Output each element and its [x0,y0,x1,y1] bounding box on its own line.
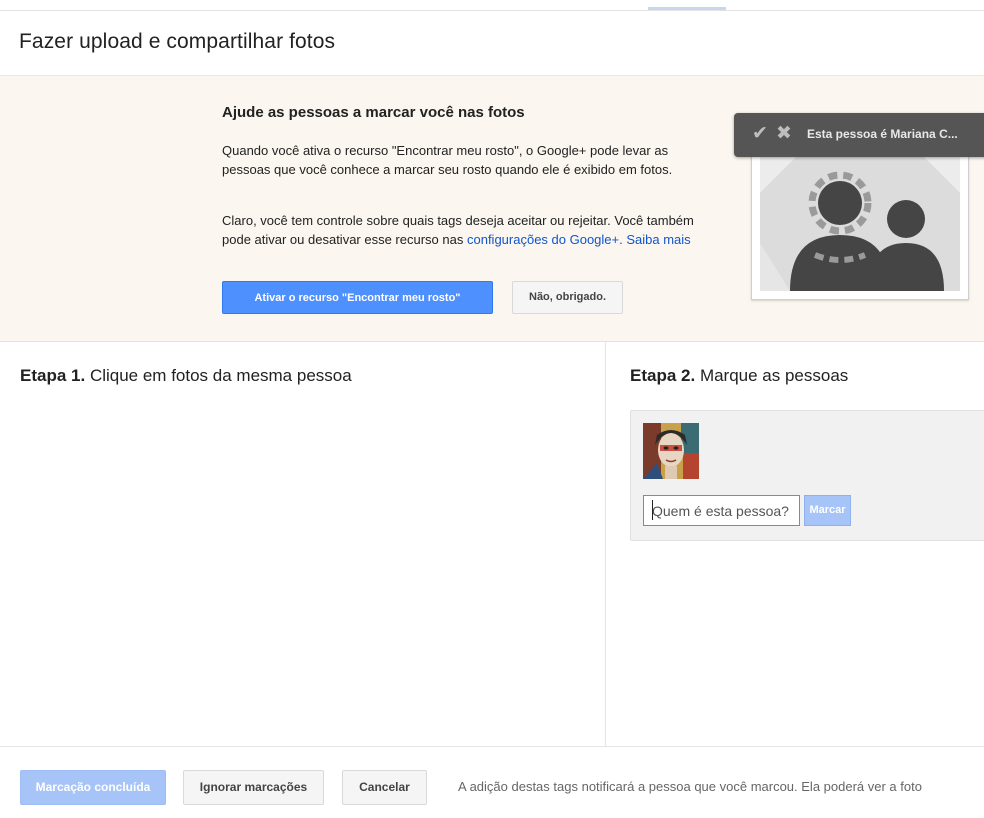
checkmark-icon: ✔ [752,123,768,144]
learn-more-link[interactable]: Saiba mais [626,232,690,247]
step-1-text: Clique em fotos da mesma pessoa [89,366,352,385]
step-1-panel: Etapa 1. Clique em fotos da mesma pessoa [0,341,606,746]
google-plus-settings-link[interactable]: configurações do Google+. [467,232,623,247]
mark-button[interactable]: Marcar [804,495,851,526]
promo-heading: Ajude as pessoas a marcar você nas fotos [222,104,525,121]
browser-top-strip [0,0,984,11]
who-is-this-input[interactable] [643,495,800,526]
cancel-button[interactable]: Cancelar [342,770,427,805]
step-1-number: Etapa 1. [20,366,86,385]
face-thumbnail[interactable] [643,423,699,479]
promo-description: Quando você ativa o recurso "Encontrar m… [222,143,673,177]
step-1-title: Etapa 1. Clique em fotos da mesma pessoa [20,366,352,386]
face-tag-card: Marcar [630,410,984,541]
step-2-panel: Etapa 2. Marque as pessoas Marcar [607,341,984,746]
step-2-text: Marque as pessoas [699,366,849,385]
step-2-number: Etapa 2. [630,366,696,385]
face-portrait-icon [643,423,699,479]
people-photo-icon [760,153,960,291]
no-thanks-button[interactable]: Não, obrigado. [512,281,623,314]
face-tag-suggestion-bar: ✔ ✖ Esta pessoa é Mariana C... [734,113,984,157]
step-2-title: Etapa 2. Marque as pessoas [630,366,848,386]
dialog-footer: Marcação concluída Ignorar marcações Can… [0,746,984,818]
tagging-done-button[interactable]: Marcação concluída [20,770,166,805]
tag-suggestion-label: Esta pessoa é Mariana C... [807,127,958,141]
dialog-title: Fazer upload e compartilhar fotos [19,30,336,53]
tab-indicator [648,7,726,10]
text-cursor [652,500,653,520]
promo-control-text: Claro, você tem controle sobre quais tag… [222,213,694,247]
promo-control-note: Claro, você tem controle sobre quais tag… [222,211,702,249]
close-icon: ✖ [776,123,792,144]
enable-find-my-face-button[interactable]: Ativar o recurso "Encontrar meu rosto" [222,281,493,314]
tag-notification-note: A adição destas tags notificará a pessoa… [458,779,922,794]
find-my-face-promo: Ajude as pessoas a marcar você nas fotos… [0,75,984,342]
ignore-tags-button[interactable]: Ignorar marcações [183,770,324,805]
tagging-illustration [751,144,969,300]
